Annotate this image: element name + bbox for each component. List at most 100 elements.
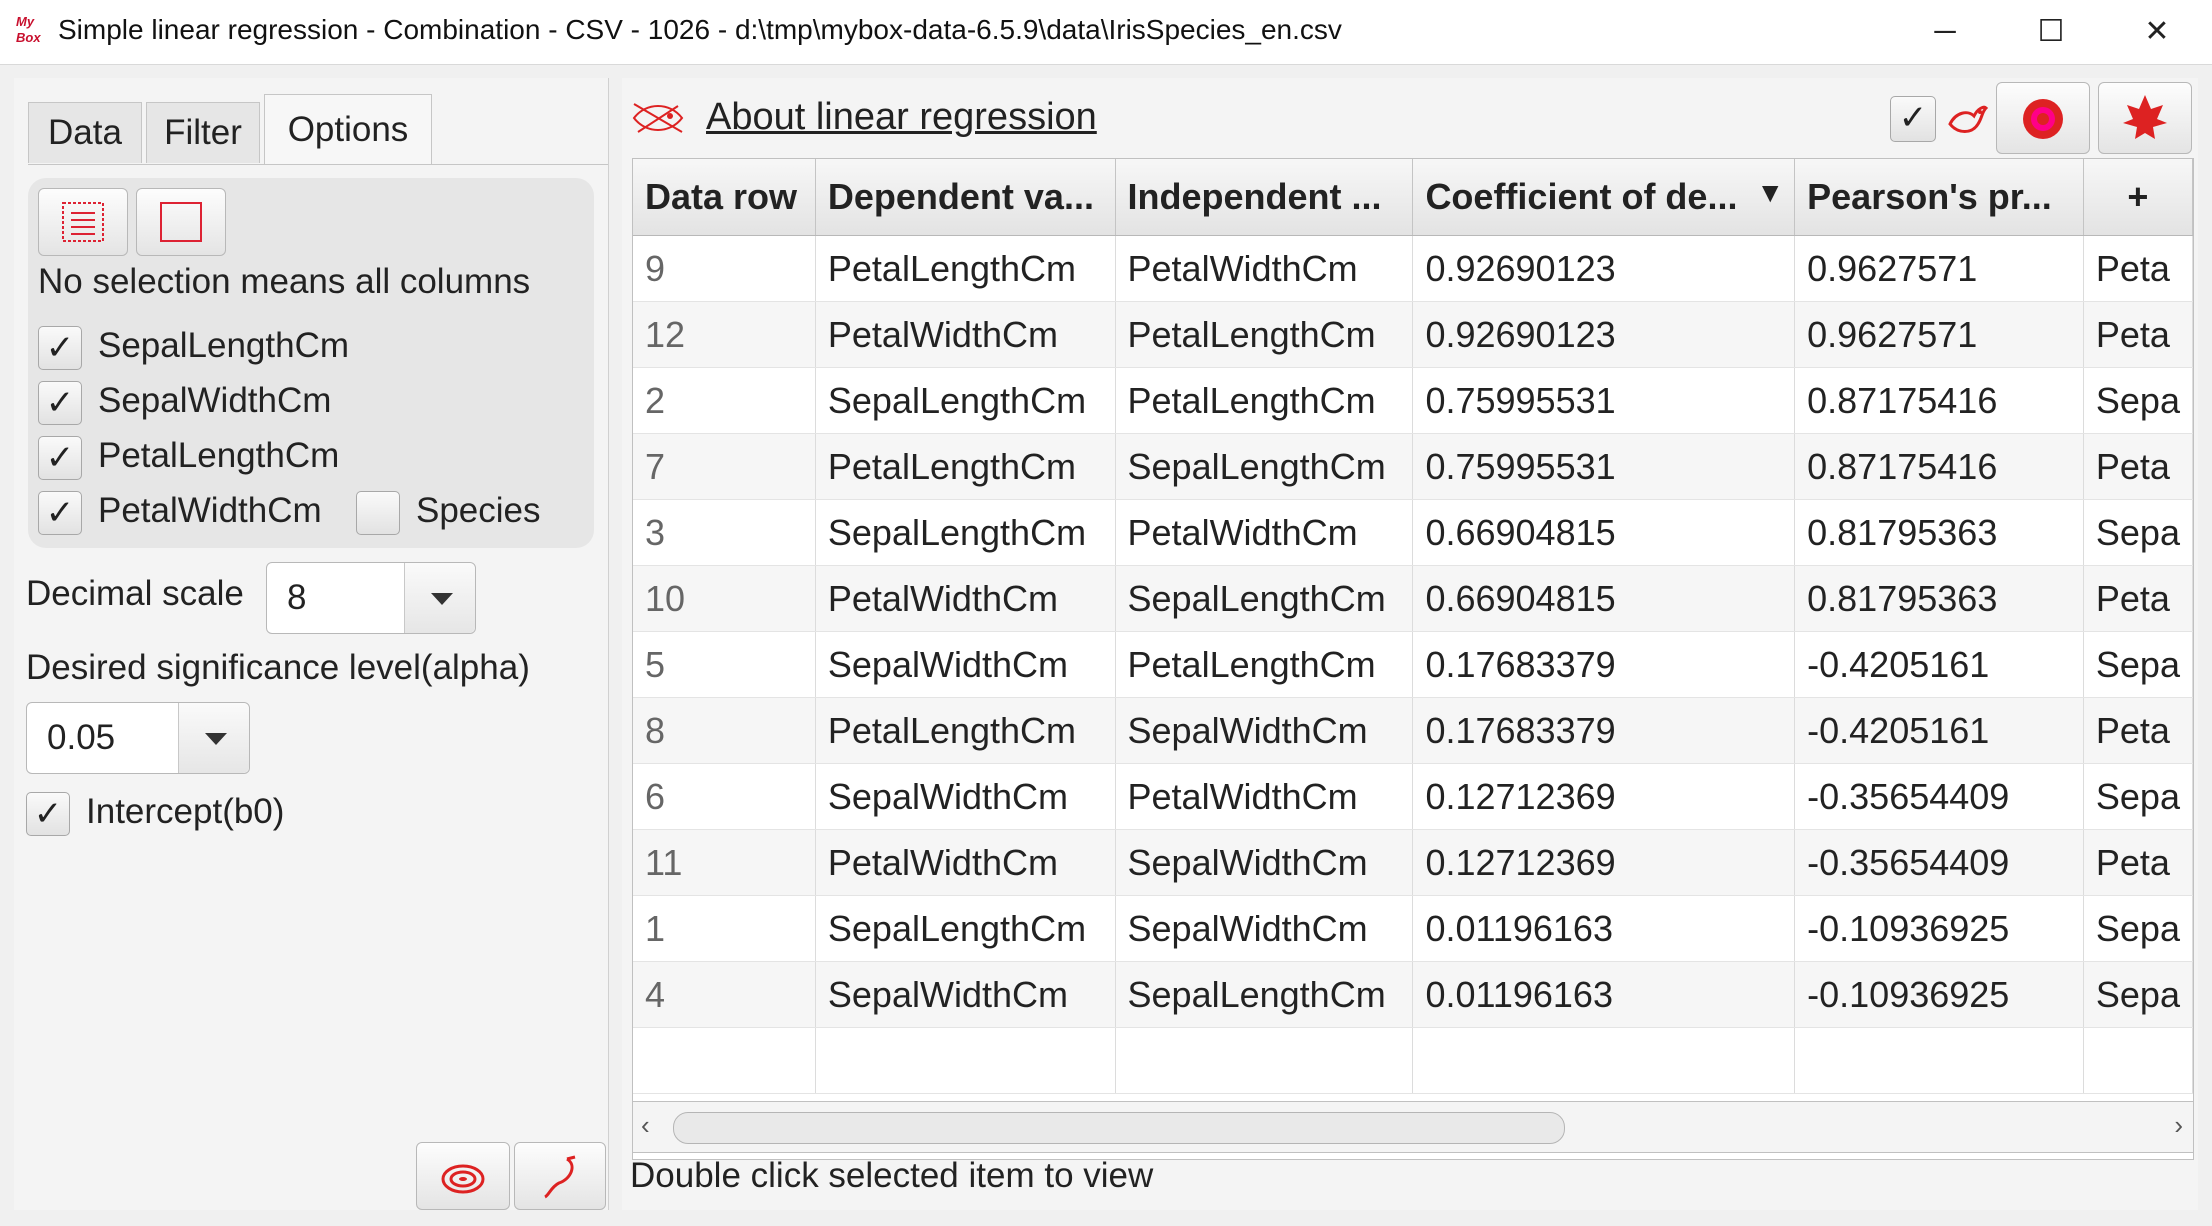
table-cell[interactable]: SepalWidthCm xyxy=(815,961,1116,1028)
row-number-cell[interactable]: 6 xyxy=(633,763,816,830)
scrollbar-thumb[interactable] xyxy=(673,1112,1565,1144)
table-row[interactable]: 5 SepalWidthCm PetalLengthCm 0.17683379 -0.4… xyxy=(633,631,2193,698)
intercept-checkbox[interactable]: ✓ Intercept(b0) xyxy=(26,788,284,836)
header-coefficient-of-determination[interactable]: Coefficient of de... ▼ xyxy=(1412,159,1796,236)
table-cell[interactable]: Peta xyxy=(2083,697,2193,764)
checkbox-checked[interactable]: ✓ xyxy=(38,325,82,370)
table-row[interactable]: 8 PetalLengthCm SepalWidthCm 0.17683379 -0.4… xyxy=(633,697,2193,764)
table-cell[interactable]: 0.12712369 xyxy=(1412,763,1796,830)
table-cell[interactable]: 0.81795363 xyxy=(1794,499,2084,566)
table-cell[interactable]: 0.87175416 xyxy=(1794,367,2084,434)
table-cell[interactable]: PetalLengthCm xyxy=(1115,301,1414,368)
table-cell[interactable]: PetalWidthCm xyxy=(1115,235,1414,302)
table-row[interactable]: 9 PetalLengthCm PetalWidthCm 0.92690123 0.96… xyxy=(633,235,2193,302)
table-cell[interactable]: 0.9627571 xyxy=(1794,235,2084,302)
table-row[interactable]: 6 SepalWidthCm PetalWidthCm 0.12712369 -0.35… xyxy=(633,763,2193,830)
table-cell[interactable]: 0.01196163 xyxy=(1412,895,1796,962)
select-none-button[interactable] xyxy=(136,188,226,256)
table-cell[interactable]: Sepa xyxy=(2083,631,2193,698)
row-number-cell[interactable]: 1 xyxy=(633,895,816,962)
maximize-button[interactable]: ☐ xyxy=(2016,8,2086,56)
table-cell[interactable]: Peta xyxy=(2083,829,2193,896)
table-cell[interactable]: SepalLengthCm xyxy=(815,499,1116,566)
table-row[interactable]: 11 PetalWidthCm SepalWidthCm 0.12712369 -0.3… xyxy=(633,829,2193,896)
table-cell[interactable]: SepalLengthCm xyxy=(1115,433,1414,500)
checkbox-unchecked[interactable] xyxy=(356,490,400,535)
table-cell[interactable]: Sepa xyxy=(2083,763,2193,830)
column-checkbox-sepallengthcm[interactable]: ✓ SepalLengthCm xyxy=(38,322,349,370)
table-cell[interactable]: Peta xyxy=(2083,433,2193,500)
table-cell[interactable]: SepalLengthCm xyxy=(815,895,1116,962)
column-checkbox-sepalwidthcm[interactable]: ✓ SepalWidthCm xyxy=(38,377,331,425)
table-cell[interactable]: SepalWidthCm xyxy=(815,763,1116,830)
header-pearsons-product[interactable]: Pearson's pr... xyxy=(1794,159,2084,236)
table-cell[interactable]: Sepa xyxy=(2083,961,2193,1028)
row-number-cell[interactable]: 5 xyxy=(633,631,816,698)
table-cell[interactable]: -0.35654409 xyxy=(1794,829,2084,896)
header-independent-variable[interactable]: Independent ... xyxy=(1115,159,1414,236)
row-number-cell[interactable]: 10 xyxy=(633,565,816,632)
table-cell[interactable]: 0.87175416 xyxy=(1794,433,2084,500)
table-cell[interactable]: 0.75995531 xyxy=(1412,367,1796,434)
table-cell[interactable]: 0.01196163 xyxy=(1412,961,1796,1028)
checkbox-checked[interactable]: ✓ xyxy=(38,435,82,480)
table-row[interactable]: 2 SepalLengthCm PetalLengthCm 0.75995531 0.8… xyxy=(633,367,2193,434)
table-cell[interactable]: SepalLengthCm xyxy=(815,367,1116,434)
close-button[interactable]: ✕ xyxy=(2122,8,2192,56)
chevron-down-icon[interactable] xyxy=(178,703,249,773)
table-cell[interactable]: SepalWidthCm xyxy=(1115,895,1414,962)
table-cell[interactable]: 0.12712369 xyxy=(1412,829,1796,896)
table-cell[interactable]: 0.66904815 xyxy=(1412,565,1796,632)
tab-filter[interactable]: Filter xyxy=(146,102,260,163)
about-linear-regression-link[interactable]: About linear regression xyxy=(706,96,1097,139)
table-cell[interactable]: 0.17683379 xyxy=(1412,631,1796,698)
table-cell[interactable]: SepalWidthCm xyxy=(1115,829,1414,896)
table-cell[interactable]: -0.4205161 xyxy=(1794,631,2084,698)
select-all-button[interactable] xyxy=(38,188,128,256)
header-dependent-variable[interactable]: Dependent va... xyxy=(815,159,1116,236)
checkbox-checked[interactable]: ✓ xyxy=(38,380,82,425)
table-cell[interactable]: PetalLengthCm xyxy=(815,433,1116,500)
horizontal-scrollbar[interactable]: ‹ › xyxy=(632,1101,2194,1153)
table-cell[interactable]: Peta xyxy=(2083,235,2193,302)
column-checkbox-species[interactable]: Species xyxy=(356,487,541,535)
table-row[interactable]: 10 PetalWidthCm SepalLengthCm 0.66904815 0.8… xyxy=(633,565,2193,632)
minimize-button[interactable]: ─ xyxy=(1910,8,1980,56)
checkbox-checked[interactable]: ✓ xyxy=(1890,96,1936,142)
row-number-cell[interactable]: 7 xyxy=(633,433,816,500)
table-cell[interactable]: Sepa xyxy=(2083,367,2193,434)
table-cell[interactable]: 0.81795363 xyxy=(1794,565,2084,632)
column-checkbox-petalwidthcm[interactable]: ✓ PetalWidthCm xyxy=(38,487,322,535)
table-row[interactable]: 3 SepalLengthCm PetalWidthCm 0.66904815 0.81… xyxy=(633,499,2193,566)
table-row[interactable]: 12 PetalWidthCm PetalLengthCm 0.92690123 0.9… xyxy=(633,301,2193,368)
table-cell[interactable]: -0.10936925 xyxy=(1794,895,2084,962)
table-cell[interactable]: SepalWidthCm xyxy=(1115,697,1414,764)
results-table[interactable]: Data row Dependent va... Independent ...… xyxy=(632,158,2194,1160)
chevron-down-icon[interactable] xyxy=(404,563,475,633)
row-number-cell[interactable]: 12 xyxy=(633,301,816,368)
table-cell[interactable]: -0.4205161 xyxy=(1794,697,2084,764)
scroll-right-icon[interactable]: › xyxy=(2174,1110,2183,1141)
table-cell[interactable]: 0.92690123 xyxy=(1412,235,1796,302)
refresh-button[interactable] xyxy=(1996,82,2090,154)
alpha-select[interactable]: 0.05 xyxy=(26,702,250,774)
row-number-cell[interactable]: 8 xyxy=(633,697,816,764)
row-number-cell[interactable]: 9 xyxy=(633,235,816,302)
tab-data[interactable]: Data xyxy=(28,102,142,163)
scroll-left-icon[interactable]: ‹ xyxy=(641,1110,650,1141)
table-row[interactable]: 7 PetalLengthCm SepalLengthCm 0.75995531 0.8… xyxy=(633,433,2193,500)
row-number-cell[interactable]: 11 xyxy=(633,829,816,896)
table-cell[interactable]: -0.35654409 xyxy=(1794,763,2084,830)
table-cell[interactable]: PetalLengthCm xyxy=(815,235,1116,302)
table-cell[interactable]: PetalLengthCm xyxy=(1115,367,1414,434)
table-cell[interactable]: Sepa xyxy=(2083,895,2193,962)
row-number-cell[interactable]: 3 xyxy=(633,499,816,566)
table-cell[interactable]: -0.10936925 xyxy=(1794,961,2084,1028)
table-cell[interactable]: 0.75995531 xyxy=(1412,433,1796,500)
table-cell[interactable]: Peta xyxy=(2083,565,2193,632)
table-cell[interactable]: 0.92690123 xyxy=(1412,301,1796,368)
table-cell[interactable]: PetalWidthCm xyxy=(815,829,1116,896)
tab-options[interactable]: Options xyxy=(264,94,432,165)
table-cell[interactable]: SepalLengthCm xyxy=(1115,961,1414,1028)
table-cell[interactable]: Peta xyxy=(2083,301,2193,368)
